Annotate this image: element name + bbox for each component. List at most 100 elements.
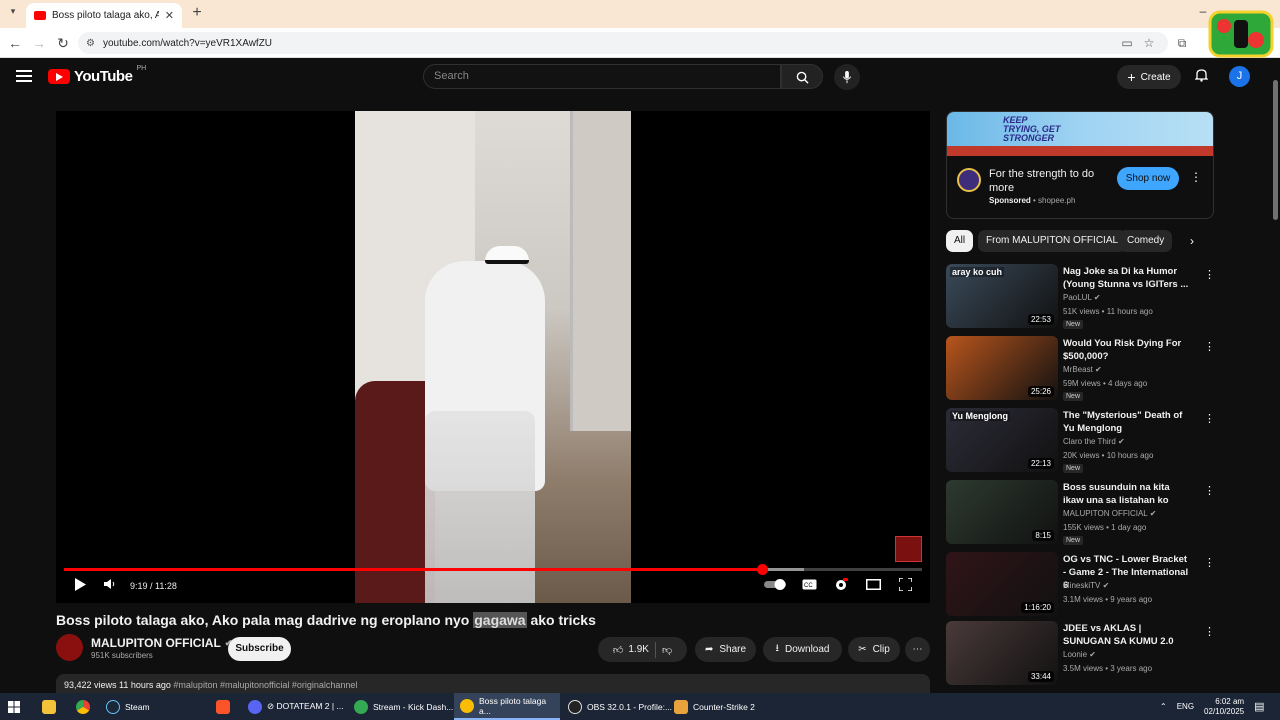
recommended-video[interactable]: 1:16:20 OG vs TNC - Lower Bracket - Game … — [946, 552, 1216, 618]
theater-mode-button[interactable] — [865, 578, 881, 594]
sponsored-ad-card[interactable]: KEEP TRYING, GET STRONGER For the streng… — [946, 111, 1214, 219]
language-indicator[interactable]: ENG — [1177, 702, 1194, 711]
chevron-right-icon[interactable]: › — [1190, 234, 1194, 248]
fullscreen-button[interactable] — [897, 577, 913, 594]
autoplay-toggle[interactable] — [764, 578, 788, 594]
like-button[interactable]: 👍︎ 1.9K — [613, 644, 649, 656]
progress-bar[interactable] — [64, 564, 922, 575]
subscribe-button[interactable]: Subscribe — [228, 637, 291, 661]
recommended-channel[interactable]: PaoLUL ✔ — [1063, 293, 1101, 302]
recommended-title[interactable]: The "Mysterious" Death of Yu Menglong — [1063, 409, 1191, 435]
channel-name-link[interactable]: MALUPITON OFFICIAL ✔ — [91, 636, 232, 650]
brave-icon[interactable] — [210, 693, 236, 720]
site-info-icon[interactable]: ⚙ — [86, 38, 95, 49]
file-explorer-icon[interactable] — [36, 693, 62, 720]
scrollbar-thumb[interactable] — [1273, 80, 1278, 220]
video-thumbnail[interactable]: 1:16:20 — [946, 552, 1058, 616]
recommended-video[interactable]: Yu Menglong 22:13 The "Mysterious" Death o… — [946, 408, 1216, 474]
chip-comedy[interactable]: Comedy — [1119, 230, 1173, 252]
volume-button[interactable] — [102, 578, 118, 594]
taskbar-cs2[interactable]: Counter-Strike 2 — [668, 693, 761, 720]
hashtags[interactable]: #malupiton #malupitonofficial #originalc… — [173, 680, 357, 690]
settings-button[interactable] — [833, 578, 849, 594]
more-vertical-icon[interactable]: ⋮ — [1204, 625, 1215, 638]
tab-search-icon[interactable]: ▾ — [6, 6, 20, 20]
more-vertical-icon[interactable]: ⋮ — [1204, 340, 1215, 353]
logo-text: YouTube — [74, 68, 133, 85]
search-input[interactable]: Search — [423, 64, 781, 89]
browser-tab-active[interactable]: Boss piloto talaga ako, Ako pala ✕ — [26, 3, 182, 28]
share-button[interactable]: ➦ Share — [695, 637, 756, 662]
bookmark-star-icon[interactable]: ☆ — [1140, 34, 1158, 52]
search-button[interactable] — [781, 64, 823, 89]
chrome-icon[interactable] — [70, 693, 96, 720]
captions-button[interactable]: CC — [801, 578, 817, 594]
video-thumbnail[interactable]: 25:26 — [946, 336, 1058, 400]
recommended-channel[interactable]: MALUPITON OFFICIAL ✔ — [1063, 509, 1156, 518]
video-thumbnail[interactable]: 8:15 — [946, 480, 1058, 544]
chip-all[interactable]: All — [946, 230, 974, 252]
forward-icon[interactable]: → — [30, 34, 48, 52]
close-tab-icon[interactable]: ✕ — [165, 9, 174, 22]
scrubber-handle[interactable] — [756, 564, 768, 575]
share-arrow-icon: ➦ — [704, 644, 714, 655]
play-button[interactable] — [72, 578, 88, 594]
new-tab-button[interactable]: + — [188, 4, 206, 22]
recommended-title[interactable]: JDEE vs AKLAS | SUNUGAN SA KUMU 2.0 — [1063, 622, 1191, 648]
video-thumbnail[interactable]: Yu Menglong 22:13 — [946, 408, 1058, 472]
recommended-channel-name: MineskiTV — [1063, 581, 1101, 590]
page-scrollbar[interactable] — [1270, 70, 1280, 690]
tray-overflow-icon[interactable]: ⌃ — [1160, 702, 1167, 711]
notifications-bell-icon[interactable] — [1192, 68, 1210, 86]
more-vertical-icon[interactable]: ⋮ — [1204, 556, 1215, 569]
recommended-video[interactable]: 33:44 JDEE vs AKLAS | SUNUGAN SA KUMU 2.0… — [946, 621, 1216, 687]
cast-icon[interactable]: ▭ — [1118, 34, 1136, 52]
youtube-logo[interactable]: YouTube PH — [48, 65, 146, 85]
recommended-video[interactable]: 25:26 Would You Risk Dying For $500,000? M… — [946, 336, 1216, 402]
taskbar-dotateam[interactable]: ⊘ DOTATEAM 2 | ... — [242, 693, 350, 720]
recommended-title[interactable]: Would You Risk Dying For $500,000? — [1063, 337, 1191, 363]
taskbar-label: Boss piloto talaga a... — [479, 695, 547, 716]
menu-hamburger-icon[interactable] — [16, 70, 32, 82]
recommended-channel[interactable]: MineskiTV ✔ — [1063, 581, 1109, 590]
start-button[interactable] — [2, 693, 26, 720]
create-button[interactable]: + Create — [1117, 65, 1181, 89]
url-field[interactable]: ⚙ youtube.com/watch?v=yeVR1XAwfZU — [78, 32, 1168, 54]
notification-center-icon[interactable]: ▤ — [1254, 700, 1264, 713]
clock[interactable]: 6:02 am 02/10/2025 — [1204, 697, 1244, 717]
video-player[interactable]: 9:19 / 11:28 CC — [56, 111, 930, 603]
more-vertical-icon[interactable]: ⋮ — [1204, 412, 1215, 425]
more-vertical-icon[interactable]: ⋮ — [1204, 268, 1215, 281]
video-thumbnail[interactable]: 33:44 — [946, 621, 1058, 685]
channel-watermark[interactable] — [895, 536, 922, 562]
chip-from-channel[interactable]: From MALUPITON OFFICIAL — [978, 230, 1127, 252]
ad-banner-image[interactable]: KEEP TRYING, GET STRONGER — [947, 112, 1213, 156]
recommended-video[interactable]: 8:15 Boss susunduin na kita ikaw una sa l… — [946, 480, 1216, 546]
taskbar-steam[interactable]: Steam — [100, 693, 156, 720]
account-avatar[interactable]: J — [1229, 66, 1250, 87]
recommended-channel[interactable]: Loonie ✔ — [1063, 650, 1096, 659]
recommended-title[interactable]: Boss susunduin na kita ikaw una sa lista… — [1063, 481, 1191, 507]
duration-badge: 22:13 — [1027, 458, 1054, 469]
recommended-video[interactable]: aray ko cuh 22:53 Nag Joke sa Di ka Humor … — [946, 264, 1216, 330]
channel-avatar[interactable] — [56, 634, 83, 661]
ad-banner-text: KEEP TRYING, GET STRONGER — [1003, 115, 1061, 143]
dislike-button[interactable]: 👎︎ — [662, 644, 672, 656]
download-button[interactable]: ⭳ Download — [763, 637, 842, 662]
ad-more-options-icon[interactable]: ⋮ — [1190, 170, 1202, 184]
more-actions-button[interactable]: ⋯ — [905, 637, 930, 662]
taskbar-youtube[interactable]: Boss piloto talaga a... — [454, 693, 560, 720]
reload-icon[interactable]: ↻ — [54, 34, 72, 52]
clip-button[interactable]: ✂ Clip — [848, 637, 900, 662]
video-thumbnail[interactable]: aray ko cuh 22:53 — [946, 264, 1058, 328]
extensions-icon[interactable]: ⧉ — [1173, 34, 1191, 52]
back-icon[interactable]: ← — [6, 34, 24, 52]
more-vertical-icon[interactable]: ⋮ — [1204, 484, 1215, 497]
taskbar-obs[interactable]: OBS 32.0.1 - Profile:... — [562, 693, 678, 720]
recommended-title[interactable]: Nag Joke sa Di ka Humor (Young Stunna vs… — [1063, 265, 1191, 291]
recommended-channel[interactable]: MrBeast ✔ — [1063, 365, 1102, 374]
shop-now-button[interactable]: Shop now — [1117, 167, 1179, 190]
voice-search-button[interactable] — [834, 64, 860, 90]
recommended-channel[interactable]: Claro the Third ✔ — [1063, 437, 1125, 446]
taskbar-kick[interactable]: Stream - Kick Dash... — [348, 693, 459, 720]
